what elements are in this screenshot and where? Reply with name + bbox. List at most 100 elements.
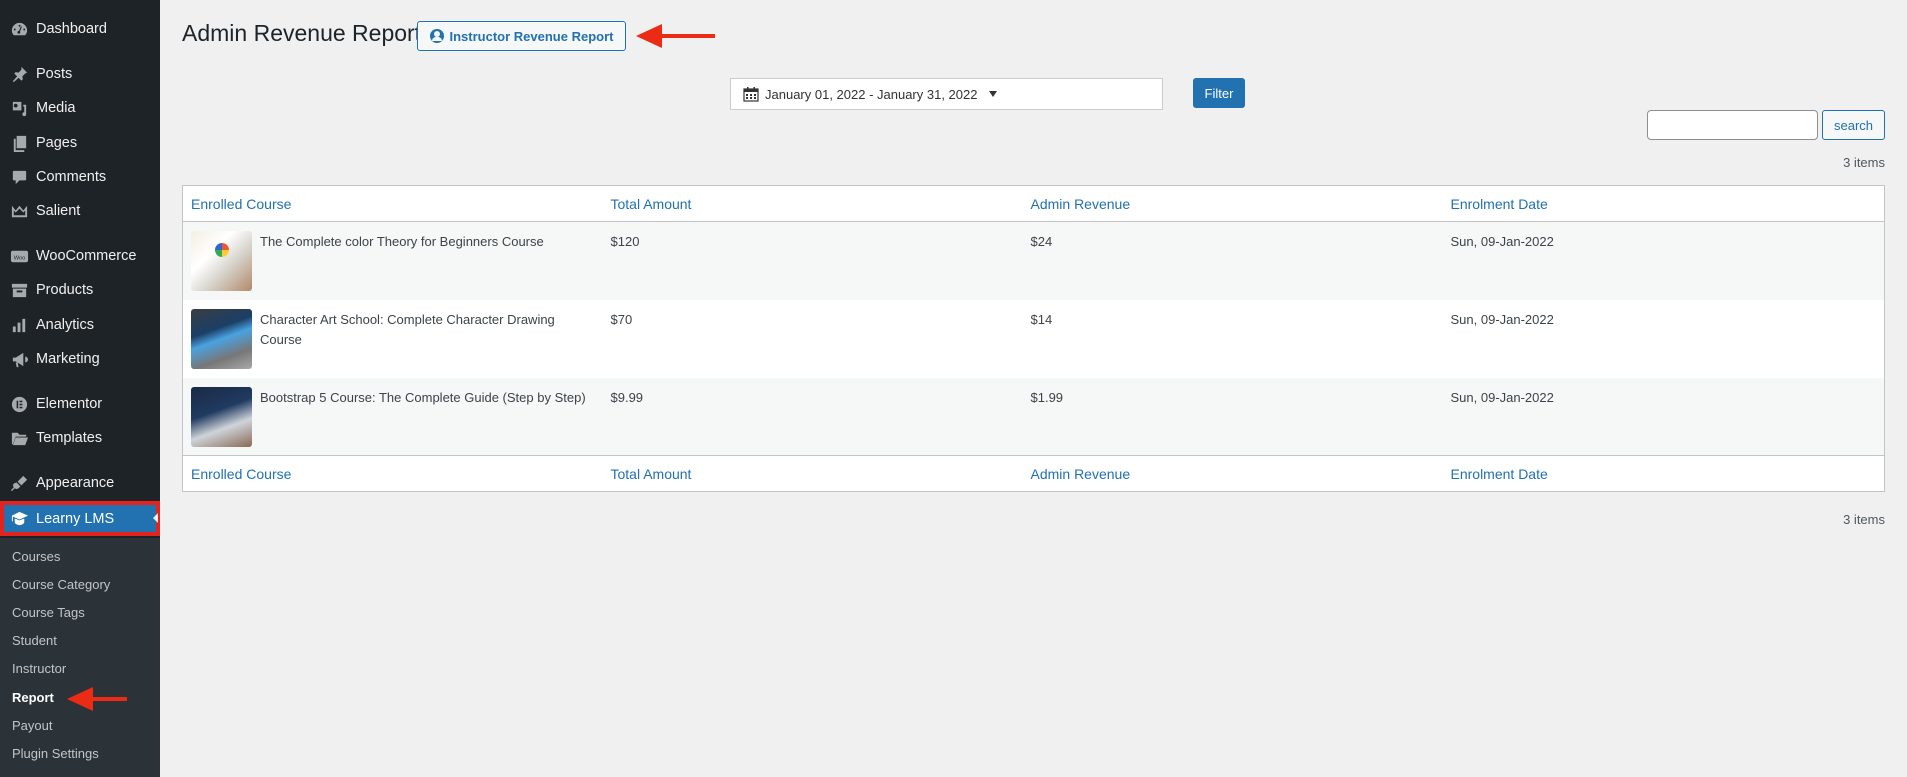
caret-down-icon <box>989 91 998 97</box>
archive-icon <box>0 273 36 307</box>
sidebar-item-label: Analytics <box>36 317 95 333</box>
sidebar-item-dashboard[interactable]: Dashboard <box>0 12 160 46</box>
filter-button[interactable]: Filter <box>1193 78 1245 108</box>
sidebar-item-pages[interactable]: Pages <box>0 126 160 160</box>
sidebar-item-label: Pages <box>36 135 78 151</box>
sidebar-item-comments[interactable]: Comments <box>0 160 160 194</box>
pages-icon <box>0 126 36 160</box>
column-header-total-amount[interactable]: Total Amount <box>602 185 1023 222</box>
total-amount: $9.99 <box>610 389 644 405</box>
sidebar-item-woocommerce[interactable]: Woo WooCommerce <box>0 239 160 273</box>
course-title: Character Art School: Complete Character… <box>260 311 555 347</box>
date-range-value: January 01, 2022 - January 31, 2022 <box>765 86 978 102</box>
submenu-course-category[interactable]: Course Category <box>12 577 110 592</box>
footer-header-admin-revenue[interactable]: Admin Revenue <box>1022 455 1443 492</box>
sidebar-item-media[interactable]: Media <box>0 91 160 125</box>
sidebar-item-label: Templates <box>36 430 103 446</box>
sidebar-item-appearance[interactable]: Appearance <box>0 466 160 500</box>
admin-revenue: $1.99 <box>1030 389 1064 405</box>
submenu-course-tags[interactable]: Course Tags <box>12 605 85 620</box>
sidebar-item-label: Marketing <box>36 351 100 367</box>
annotation-arrow-report <box>67 687 127 711</box>
enrolment-date: Sun, 09-Jan-2022 <box>1450 234 1554 249</box>
graduation-cap-icon <box>0 502 36 536</box>
course-thumbnail <box>191 308 252 369</box>
column-header-admin-revenue[interactable]: Admin Revenue <box>1022 185 1443 222</box>
total-amount: $70 <box>610 311 633 327</box>
items-count-bottom: 3 items <box>1843 512 1885 527</box>
course-thumbnail <box>191 231 252 291</box>
sidebar-item-salient[interactable]: Salient <box>0 194 160 228</box>
learny-lms-submenu: Courses Course Category Course Tags Stud… <box>0 538 160 777</box>
sidebar-item-label: Elementor <box>36 396 103 412</box>
revenue-table: Enrolled Course Total Amount Admin Reven… <box>182 185 1885 492</box>
submenu-payout[interactable]: Payout <box>12 718 52 733</box>
column-header-enrolment-date[interactable]: Enrolment Date <box>1442 185 1885 222</box>
sidebar-item-label: Salient <box>36 203 81 219</box>
table-row: Bootstrap 5 Course: The Complete Guide (… <box>182 377 1885 456</box>
annotation-arrow-instructor <box>636 24 715 48</box>
submenu-student[interactable]: Student <box>12 633 57 648</box>
course-cell: Character Art School: Complete Character… <box>183 300 603 378</box>
sidebar-item-marketing[interactable]: Marketing <box>0 342 160 376</box>
page-title: Admin Revenue Report <box>182 20 422 46</box>
woo-icon: Woo <box>0 239 36 273</box>
user-circle-icon <box>429 29 444 43</box>
megaphone-icon <box>0 342 36 376</box>
sidebar-item-label: WooCommerce <box>36 248 137 264</box>
submenu-courses[interactable]: Courses <box>12 549 60 564</box>
search-input[interactable] <box>1647 110 1818 140</box>
footer-header-enrolled-course[interactable]: Enrolled Course <box>182 455 603 492</box>
dashboard-icon <box>0 12 36 46</box>
pin-icon <box>0 57 36 91</box>
calendar-icon <box>743 87 759 102</box>
sidebar-item-learny-lms[interactable]: Learny LMS <box>0 501 160 536</box>
sidebar-item-label: Appearance <box>36 475 115 491</box>
instructor-revenue-report-button[interactable]: Instructor Revenue Report <box>417 21 626 51</box>
sidebar-item-templates[interactable]: Templates <box>0 421 160 455</box>
sidebar-item-analytics[interactable]: Analytics <box>0 308 160 342</box>
elementor-icon <box>0 387 36 421</box>
date-range-picker[interactable]: January 01, 2022 - January 31, 2022 <box>730 78 1163 110</box>
admin-revenue: $24 <box>1030 234 1053 249</box>
instructor-revenue-report-label: Instructor Revenue Report <box>449 28 614 44</box>
footer-header-enrolment-date[interactable]: Enrolment Date <box>1442 455 1885 492</box>
comment-icon <box>0 160 36 194</box>
table-footer-row: Enrolled Course Total Amount Admin Reven… <box>182 455 1885 492</box>
admin-sidebar: Dashboard Posts Media Pages Comments Sal… <box>0 0 160 777</box>
sidebar-item-elementor[interactable]: Elementor <box>0 387 160 421</box>
course-thumbnail <box>191 386 252 447</box>
enrolment-date: Sun, 09-Jan-2022 <box>1450 389 1554 405</box>
footer-header-total-amount[interactable]: Total Amount <box>602 455 1023 492</box>
submenu-instructor[interactable]: Instructor <box>12 661 66 676</box>
sidebar-item-label: Posts <box>36 66 73 82</box>
current-menu-caret <box>153 513 158 523</box>
admin-revenue: $14 <box>1030 311 1053 327</box>
sidebar-item-products[interactable]: Products <box>0 273 160 307</box>
bar-chart-icon <box>0 308 36 342</box>
table-row: The Complete color Theory for Beginners … <box>182 221 1885 300</box>
table-header-row: Enrolled Course Total Amount Admin Reven… <box>182 185 1885 222</box>
crown-icon <box>0 194 36 228</box>
folder-icon <box>0 421 36 455</box>
submenu-report[interactable]: Report <box>12 690 54 705</box>
sidebar-item-label: Dashboard <box>36 21 107 37</box>
brush-icon <box>0 466 36 500</box>
sidebar-item-posts[interactable]: Posts <box>0 57 160 91</box>
course-title: Bootstrap 5 Course: The Complete Guide (… <box>260 389 586 405</box>
enrolment-date: Sun, 09-Jan-2022 <box>1450 311 1554 327</box>
column-header-enrolled-course[interactable]: Enrolled Course <box>182 185 603 222</box>
sidebar-item-label: Comments <box>36 169 107 185</box>
table-row: Character Art School: Complete Character… <box>183 300 1885 378</box>
sidebar-item-label: Media <box>36 100 76 116</box>
course-title: The Complete color Theory for Beginners … <box>260 234 544 249</box>
media-icon <box>0 91 36 125</box>
svg-text:Woo: Woo <box>13 255 25 261</box>
items-count-top: 3 items <box>1843 155 1885 170</box>
sidebar-item-label: Learny LMS <box>36 510 115 527</box>
course-cell: Bootstrap 5 Course: The Complete Guide (… <box>183 378 603 456</box>
submenu-plugin-settings[interactable]: Plugin Settings <box>12 746 99 761</box>
sidebar-item-label: Products <box>36 282 94 298</box>
course-cell: The Complete color Theory for Beginners … <box>183 222 603 300</box>
search-button[interactable]: search <box>1822 110 1885 140</box>
